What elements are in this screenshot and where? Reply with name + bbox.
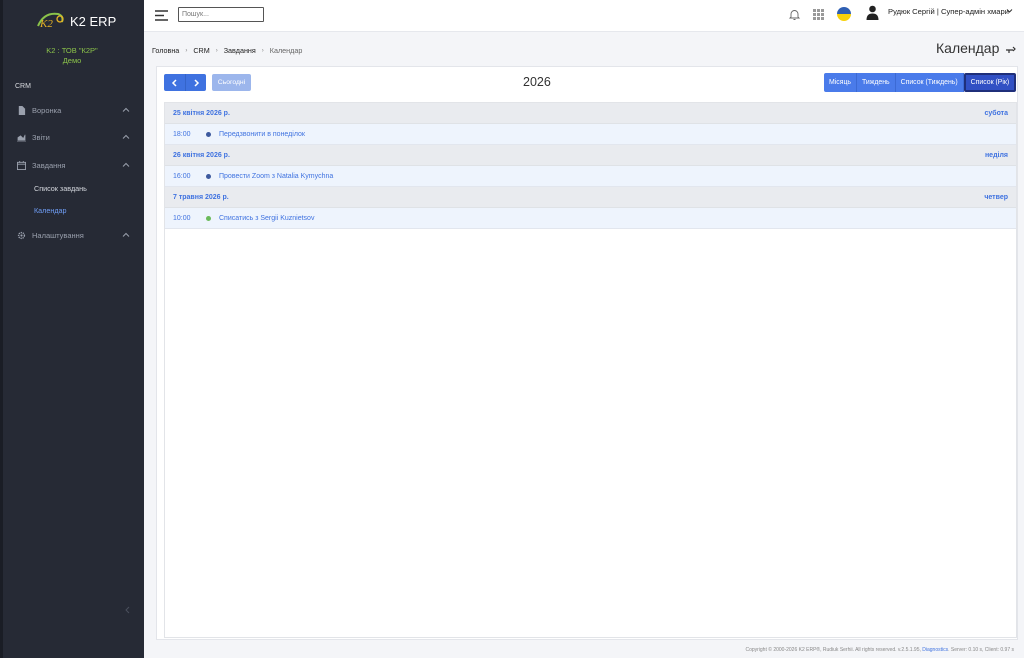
- chevron-down-icon[interactable]: [1006, 8, 1013, 14]
- chevron-left-icon: [171, 78, 177, 87]
- company-name: K2 : ТОВ "К2Р": [46, 46, 98, 55]
- sidebar-subitem-task-list[interactable]: Список завдань: [34, 184, 87, 193]
- view-switcher: Місяць Тиждень Список (Тиждень) Список (…: [824, 73, 1017, 92]
- day-header: 26 квітня 2026 р. неділя: [165, 145, 1016, 166]
- svg-text:K2: K2: [39, 18, 53, 30]
- view-list-week-button[interactable]: Список (Тиждень): [895, 73, 964, 92]
- bell-icon[interactable]: [788, 8, 801, 21]
- app-name: K2 ERP: [70, 13, 117, 29]
- footer-diagnostics-link[interactable]: Diagnostics: [922, 647, 948, 653]
- next-button[interactable]: [185, 74, 206, 91]
- event-time: 16:00: [173, 172, 191, 180]
- event-dot-icon: [206, 132, 211, 137]
- sidebar-item-label: Звіти: [32, 132, 50, 142]
- event-row[interactable]: 18:00 Передзвонити в понеділок: [165, 124, 1016, 145]
- event-time: 18:00: [173, 130, 191, 138]
- breadcrumb-tasks[interactable]: Завдання: [224, 46, 256, 55]
- sidebar-item-tasks[interactable]: Завдання: [0, 156, 144, 174]
- chart-icon: [17, 134, 26, 141]
- event-title[interactable]: Передзвонити в понеділок: [219, 131, 305, 138]
- collapse-sidebar-icon[interactable]: [124, 606, 132, 614]
- chevron-up-icon: [122, 134, 130, 139]
- language-flag-icon[interactable]: [837, 7, 851, 21]
- breadcrumb-separator-icon: ›: [261, 47, 264, 54]
- event-dot-icon: [206, 174, 211, 179]
- sidebar-edge: [0, 0, 3, 658]
- day-weekday[interactable]: неділя: [985, 152, 1008, 159]
- logo[interactable]: K2 K2 ERP: [34, 10, 116, 32]
- menu-icon[interactable]: [155, 10, 168, 21]
- event-title[interactable]: Списатись з Sergii Kuznietsov: [219, 215, 314, 222]
- prev-button[interactable]: [164, 74, 185, 91]
- breadcrumb-separator-icon: ›: [185, 47, 188, 54]
- sidebar-item-label: Воронка: [32, 105, 62, 115]
- sidebar-section-crm: CRM: [15, 83, 31, 90]
- footer: Copyright © 2000-2026 K2 ERP®, Rudiuk Se…: [745, 647, 1014, 653]
- day-date[interactable]: 26 квітня 2026 р.: [173, 152, 230, 159]
- event-row[interactable]: 10:00 Списатись з Sergii Kuznietsov: [165, 208, 1016, 229]
- sidebar: K2 K2 ERP K2 : ТОВ "К2Р" Демо CRM Воронк…: [0, 0, 144, 658]
- sidebar-item-settings[interactable]: Налаштування: [0, 226, 144, 244]
- footer-timing: . Server: 0.10 s, Client: 0.97 s: [948, 647, 1014, 653]
- calendar-icon: [17, 160, 26, 170]
- page-title: Календар: [936, 40, 1000, 56]
- chevron-up-icon: [122, 232, 130, 237]
- page-settings-icon[interactable]: [1006, 45, 1016, 53]
- environment-label: Демо: [62, 56, 82, 65]
- day-date[interactable]: 7 травня 2026 р.: [173, 194, 229, 201]
- breadcrumb: Головна › CRM › Завдання › Календар: [152, 46, 302, 55]
- footer-copyright: Copyright © 2000-2026 K2 ERP®, Rudiuk Se…: [745, 647, 921, 653]
- sidebar-item-label: Завдання: [32, 160, 66, 170]
- sidebar-item-funnel[interactable]: Воронка: [0, 101, 144, 119]
- day-header: 7 травня 2026 р. четвер: [165, 187, 1016, 208]
- event-dot-icon: [206, 216, 211, 221]
- sidebar-item-label: Налаштування: [32, 230, 84, 240]
- sidebar-item-reports[interactable]: Звіти: [0, 128, 144, 146]
- view-month-button[interactable]: Місяць: [824, 73, 857, 92]
- breadcrumb-crm[interactable]: CRM: [193, 46, 209, 55]
- event-time: 10:00: [173, 214, 191, 222]
- day-header: 25 квітня 2026 р. субота: [165, 103, 1016, 124]
- chevron-right-icon: [193, 78, 199, 87]
- gear-icon: [17, 231, 26, 239]
- apps-grid-icon[interactable]: [812, 8, 825, 21]
- day-weekday[interactable]: четвер: [984, 194, 1008, 201]
- user-icon[interactable]: [866, 5, 879, 20]
- topbar: Рудюк Сергій | Супер-адмін хмари: [144, 0, 1024, 32]
- breadcrumb-separator-icon: ›: [215, 47, 218, 54]
- company-info: K2 : ТОВ "К2Р" Демо: [0, 46, 144, 66]
- today-button[interactable]: Сьогодні: [212, 74, 251, 91]
- calendar-title: 2026: [523, 75, 551, 89]
- day-weekday[interactable]: субота: [984, 110, 1008, 117]
- chevron-up-icon: [122, 107, 130, 112]
- breadcrumb-current: Календар: [269, 46, 303, 55]
- file-icon: [18, 105, 26, 115]
- k2-logo-icon: K2: [37, 12, 64, 30]
- user-name[interactable]: Рудюк Сергій | Супер-адмін хмари: [888, 7, 1009, 16]
- chevron-up-icon: [122, 162, 130, 167]
- event-list: 25 квітня 2026 р. субота 18:00 Передзвон…: [164, 102, 1017, 638]
- view-week-button[interactable]: Тиждень: [856, 73, 896, 92]
- view-list-year-button[interactable]: Список (Рік): [963, 73, 1017, 92]
- search-input[interactable]: [178, 7, 264, 22]
- event-row[interactable]: 16:00 Провести Zoom з Natalia Kymychna: [165, 166, 1016, 187]
- sidebar-subitem-calendar[interactable]: Календар: [34, 206, 67, 215]
- event-title[interactable]: Провести Zoom з Natalia Kymychna: [219, 173, 333, 180]
- breadcrumb-home[interactable]: Головна: [152, 46, 179, 55]
- day-date[interactable]: 25 квітня 2026 р.: [173, 110, 230, 117]
